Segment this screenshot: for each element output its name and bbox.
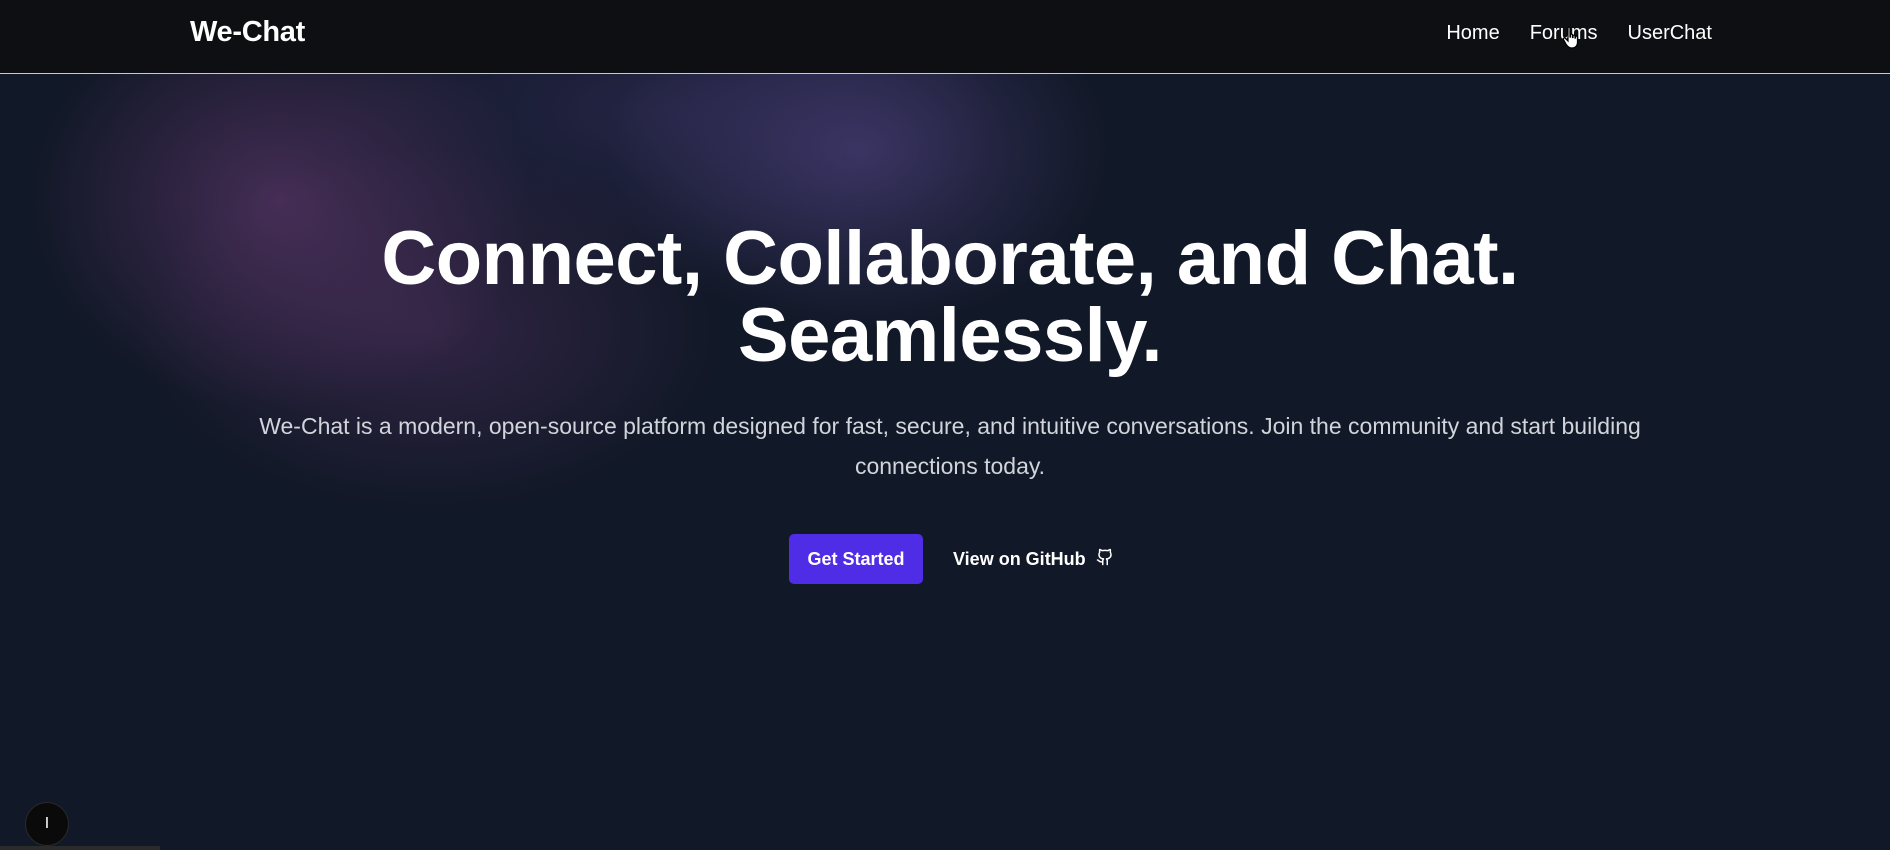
floating-button[interactable]: I: [25, 802, 69, 846]
headline-line-2: Seamlessly.: [737, 293, 1163, 378]
view-on-github-label: View on GitHub: [953, 548, 1086, 569]
bottom-strip: [0, 846, 160, 850]
hero-headline: Connect, Collaborate, and Chat. Seamless…: [0, 220, 1890, 374]
hero-subtitle: We-Chat is a modern, open-source platfor…: [259, 413, 1641, 479]
nav-link-userchat[interactable]: UserChat: [1628, 22, 1712, 45]
github-icon: [1096, 547, 1114, 572]
brand-logo[interactable]: We-Chat: [190, 16, 305, 49]
get-started-button[interactable]: Get Started: [789, 534, 923, 584]
navbar: We-Chat Home Forums UserChat: [0, 0, 1890, 74]
hero-actions: Get Started View on GitHub: [789, 534, 1114, 584]
nav-link-home[interactable]: Home: [1446, 22, 1499, 45]
headline-line-1: Connect, Collaborate, and Chat.: [381, 216, 1519, 301]
page: We-Chat Home Forums UserChat Connect, Co…: [0, 0, 1890, 850]
hand-cursor-icon: [1562, 26, 1582, 55]
view-on-github-link[interactable]: View on GitHub: [953, 547, 1114, 572]
